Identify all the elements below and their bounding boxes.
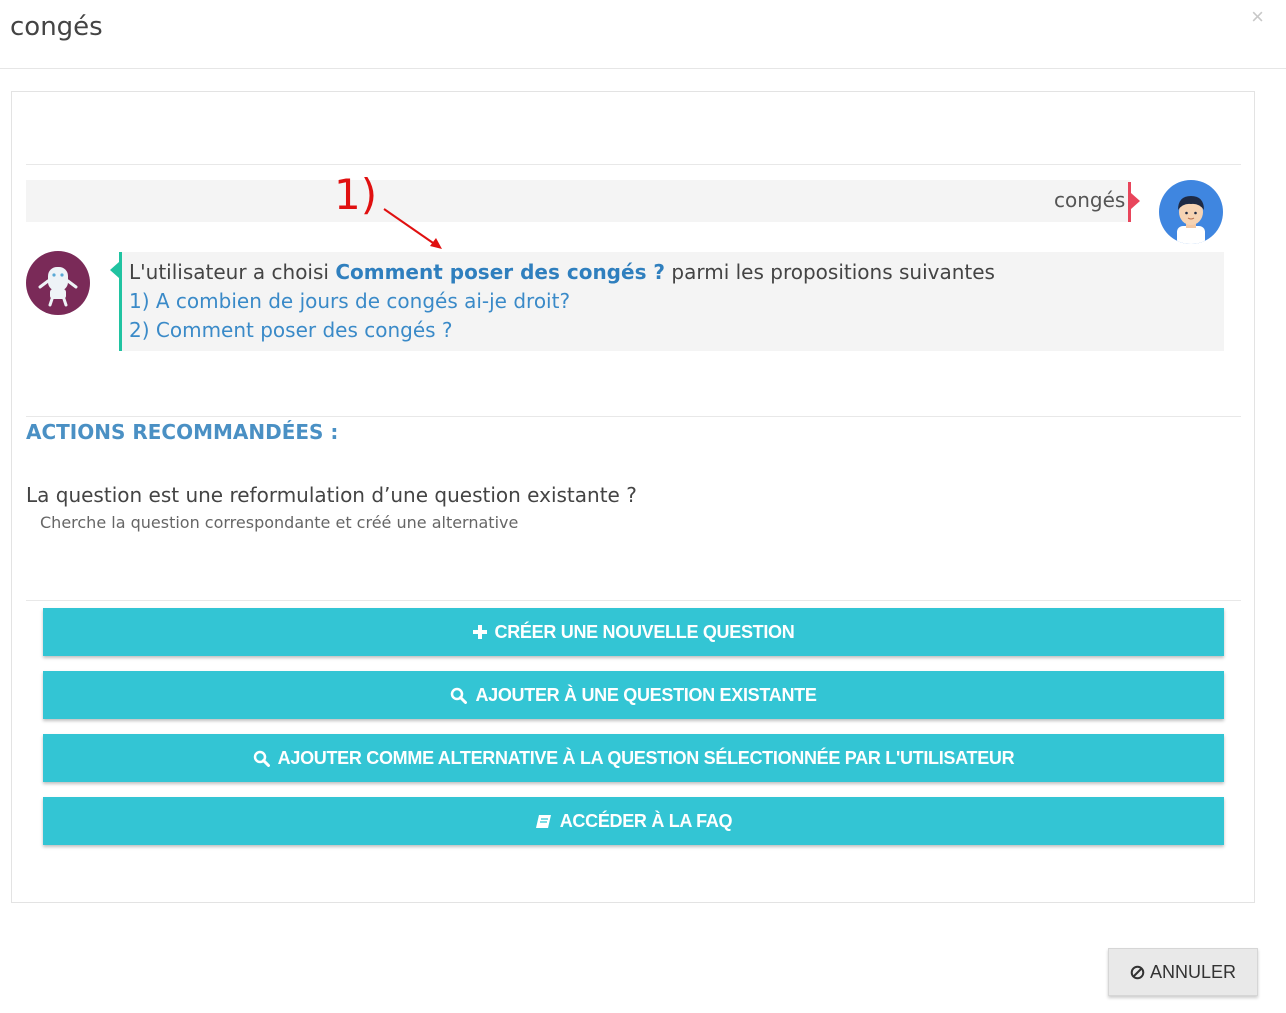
user-message: congés [1054, 188, 1126, 212]
add-to-existing-label: AJOUTER À UNE QUESTION EXISTANTE [475, 684, 817, 705]
annotation-label: 1) [334, 170, 378, 219]
panel-divider-middle [26, 416, 1241, 417]
add-alternative-label: AJOUTER COMME ALTERNATIVE À LA QUESTION … [277, 747, 1015, 768]
create-question-button[interactable]: CRÉER UNE NOUVELLE QUESTION [43, 608, 1224, 656]
header-divider [0, 68, 1286, 69]
bot-option-2[interactable]: 2) Comment poser des congés ? [129, 318, 453, 342]
cancel-label: ANNULER [1149, 961, 1237, 982]
reformulation-hint: Cherche la question correspondante et cr… [40, 513, 519, 532]
faq-label: ACCÉDER À LA FAQ [559, 810, 733, 831]
close-icon[interactable]: × [1251, 4, 1264, 30]
bot-option-1[interactable]: 1) A combien de jours de congés ai-je dr… [129, 289, 570, 313]
add-alternative-button[interactable]: AJOUTER COMME ALTERNATIVE À LA QUESTION … [43, 734, 1224, 782]
add-to-existing-button[interactable]: AJOUTER À UNE QUESTION EXISTANTE [43, 671, 1224, 719]
panel-divider-bottom [26, 600, 1241, 601]
faq-button[interactable]: ACCÉDER À LA FAQ [43, 797, 1224, 845]
user-flag-arrow [1131, 193, 1140, 209]
panel-divider-top [26, 164, 1241, 165]
cancel-button[interactable]: ANNULER [1108, 948, 1258, 996]
modal-title: congés [10, 12, 103, 42]
annotation-arrow-icon [383, 208, 442, 249]
bot-bubble-arrow [110, 262, 119, 278]
book-icon [535, 814, 552, 829]
ban-icon [1130, 965, 1145, 980]
user-message-bar [26, 180, 1130, 222]
search-icon [450, 687, 468, 704]
bot-message-text: L'utilisateur a choisi Comment poser des… [129, 260, 995, 284]
bot-prefix: L'utilisateur a choisi [129, 260, 336, 284]
bot-avatar [26, 251, 90, 315]
plus-icon [472, 625, 487, 639]
create-question-label: CRÉER UNE NOUVELLE QUESTION [494, 621, 795, 642]
search-icon [253, 750, 270, 767]
bot-suffix: parmi les propositions suivantes [665, 260, 995, 284]
user-avatar [1159, 180, 1223, 244]
bot-selected-question: Comment poser des congés ? [335, 260, 666, 284]
section-title: ACTIONS RECOMMANDÉES : [26, 420, 339, 444]
reformulation-question: La question est une reformulation d’une … [26, 483, 637, 507]
